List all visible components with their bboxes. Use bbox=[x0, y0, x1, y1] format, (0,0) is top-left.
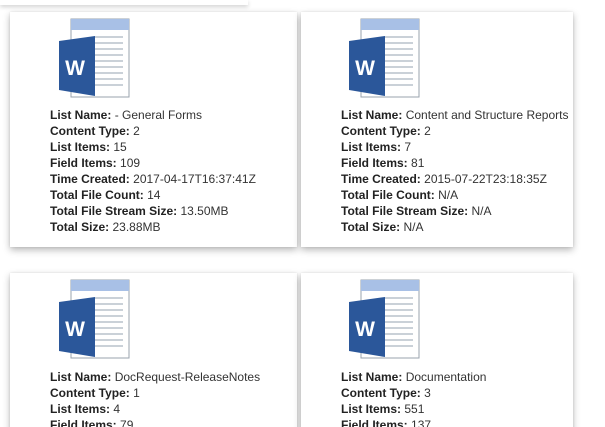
time-created-value: 2017-04-17T16:37:41Z bbox=[133, 172, 256, 186]
list-items-value: 4 bbox=[113, 402, 121, 416]
time-created-label: Time Created: bbox=[341, 172, 421, 186]
field-items-label: Field Items: bbox=[50, 156, 117, 170]
content-type-value: 2 bbox=[133, 124, 140, 138]
content-type-value: 1 bbox=[133, 386, 140, 400]
content-type-label: Content Type: bbox=[50, 386, 130, 400]
content-type-label: Content Type: bbox=[341, 386, 421, 400]
list-items-value: 15 bbox=[113, 140, 127, 154]
total-size-value: N/A bbox=[403, 220, 424, 234]
content-type-label: Content Type: bbox=[50, 124, 130, 138]
word-document-icon: W bbox=[349, 279, 420, 359]
total-file-stream-size-value: 13.50MB bbox=[180, 204, 229, 218]
svg-text:W: W bbox=[65, 318, 85, 341]
svg-text:W: W bbox=[65, 57, 85, 80]
field-items-value: 137 bbox=[411, 418, 432, 427]
list-items-label: List Items: bbox=[50, 402, 111, 416]
word-document-icon: W bbox=[59, 18, 130, 98]
word-document-icon: W bbox=[59, 279, 130, 359]
word-document-icon: W bbox=[349, 18, 420, 98]
field-items-label: Field Items: bbox=[341, 418, 408, 427]
list-name-label: List Name: bbox=[50, 108, 112, 122]
list-name-value: DocRequest-ReleaseNotes bbox=[114, 370, 261, 384]
field-items-value: 81 bbox=[411, 156, 425, 170]
list-name-label: List Name: bbox=[50, 370, 112, 384]
list-name-value: Content and Structure Reports bbox=[405, 108, 569, 122]
list-items-value: 7 bbox=[404, 140, 412, 154]
total-file-stream-size-value: N/A bbox=[471, 204, 492, 218]
content-type-label: Content Type: bbox=[341, 124, 421, 138]
field-items-label: Field Items: bbox=[50, 418, 117, 427]
total-file-count-label: Total File Count: bbox=[50, 188, 144, 202]
field-items-value: 79 bbox=[120, 418, 134, 427]
svg-text:W: W bbox=[355, 57, 375, 80]
library-card[interactable]: W List Name: Content and Structure Repor… bbox=[301, 12, 573, 247]
library-grid: W List Name: - General Forms Content Typ… bbox=[0, 0, 605, 427]
list-name-label: List Name: bbox=[341, 108, 403, 122]
content-type-value: 3 bbox=[424, 386, 431, 400]
total-size-label: Total Size: bbox=[50, 220, 110, 234]
time-created-value: 2015-07-22T23:18:35Z bbox=[424, 172, 547, 186]
total-size-value: 23.88MB bbox=[112, 220, 161, 234]
previous-row-card-edge bbox=[0, 0, 248, 5]
total-file-count-value: 14 bbox=[147, 188, 161, 202]
field-items-value: 109 bbox=[120, 156, 141, 170]
time-created-label: Time Created: bbox=[50, 172, 130, 186]
list-name-value: - General Forms bbox=[114, 108, 203, 122]
content-type-value: 2 bbox=[424, 124, 431, 138]
list-items-label: List Items: bbox=[341, 140, 402, 154]
list-name-label: List Name: bbox=[341, 370, 403, 384]
field-items-label: Field Items: bbox=[341, 156, 408, 170]
library-card[interactable]: W List Name: Documentation Content Type:… bbox=[301, 273, 573, 427]
library-card[interactable]: W List Name: DocRequest-ReleaseNotes Con… bbox=[10, 273, 297, 427]
svg-text:W: W bbox=[355, 318, 375, 341]
list-items-label: List Items: bbox=[341, 402, 402, 416]
total-file-stream-size-label: Total File Stream Size: bbox=[341, 204, 469, 218]
total-file-count-label: Total File Count: bbox=[341, 188, 435, 202]
total-file-stream-size-label: Total File Stream Size: bbox=[50, 204, 178, 218]
list-items-label: List Items: bbox=[50, 140, 111, 154]
list-items-value: 551 bbox=[404, 402, 425, 416]
library-card[interactable]: W List Name: - General Forms Content Typ… bbox=[10, 12, 297, 247]
total-size-label: Total Size: bbox=[341, 220, 401, 234]
list-name-value: Documentation bbox=[405, 370, 487, 384]
total-file-count-value: N/A bbox=[438, 188, 459, 202]
